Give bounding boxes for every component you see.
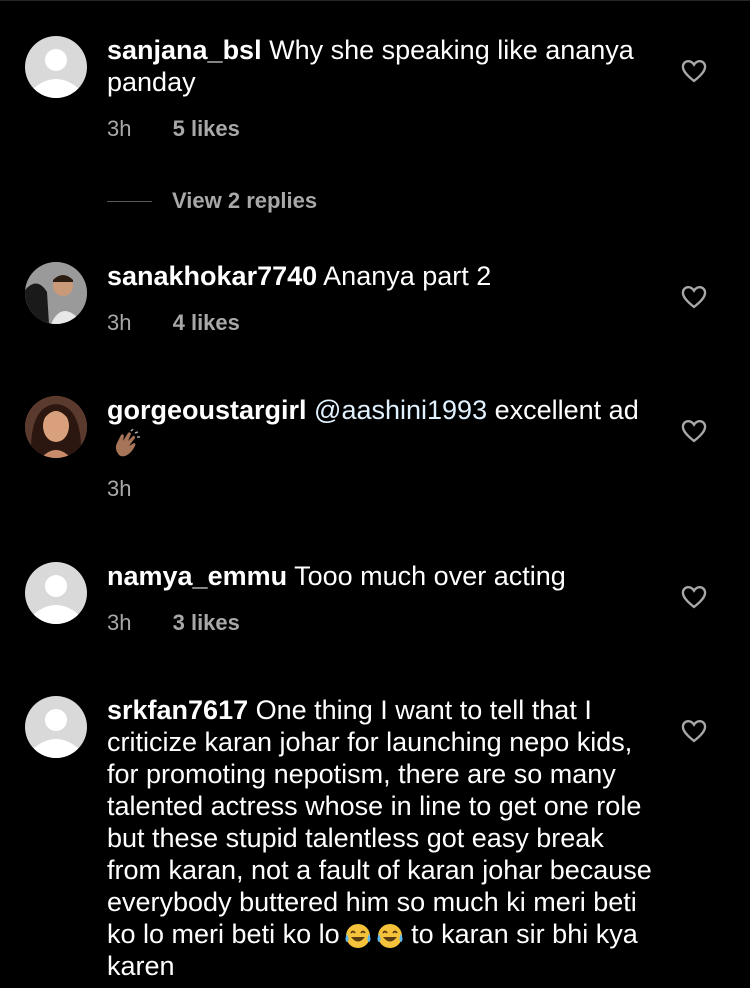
comment-meta: 3h 5 likes <box>107 116 240 142</box>
view-replies-button[interactable]: View 2 replies <box>107 185 317 217</box>
comment-body: excellent ad <box>494 395 639 425</box>
comment-meta: 3h <box>107 476 131 502</box>
comment-text: gorgeoustargirl @aashini1993 excellent a… <box>107 394 647 459</box>
clapping-hands-emoji-icon <box>115 428 140 457</box>
comment-body: Tooo much over acting <box>294 561 566 591</box>
username[interactable]: namya_emmu <box>107 561 287 591</box>
mention-link[interactable]: @aashini1993 <box>314 395 487 425</box>
comment-text: sanjana_bsl Why she speaking like ananya… <box>107 34 647 98</box>
username[interactable]: sanjana_bsl <box>107 35 262 65</box>
avatar[interactable] <box>25 396 87 458</box>
default-avatar-icon <box>34 49 78 98</box>
user-photo-icon <box>25 262 87 324</box>
comment-text: srkfan7617 One thing I want to tell that… <box>107 694 657 982</box>
replies-divider <box>107 200 152 202</box>
comment-meta: 3h 3 likes <box>107 610 240 636</box>
timestamp: 3h <box>107 310 132 335</box>
avatar[interactable] <box>25 696 87 758</box>
likes-count[interactable]: 4 likes <box>173 310 240 335</box>
comment-body: One thing I want to tell that I criticiz… <box>107 695 652 949</box>
comment-body: Ananya part 2 <box>323 261 492 291</box>
heart-outline-icon[interactable] <box>680 717 708 745</box>
default-avatar-icon <box>34 709 78 758</box>
username[interactable]: gorgeoustargirl <box>107 395 307 425</box>
avatar[interactable] <box>25 36 87 98</box>
avatar[interactable] <box>25 262 87 324</box>
heart-outline-icon[interactable] <box>680 417 708 445</box>
tears-of-joy-emoji-icon <box>345 923 371 948</box>
comment-text: namya_emmu Tooo much over acting <box>107 560 647 592</box>
timestamp: 3h <box>107 116 132 141</box>
avatar[interactable] <box>25 562 87 624</box>
timestamp: 3h <box>107 610 132 635</box>
tears-of-joy-emoji-icon <box>377 923 403 948</box>
user-photo-icon <box>25 396 87 458</box>
timestamp: 3h <box>107 476 132 501</box>
view-replies-label: View 2 replies <box>172 188 318 213</box>
comment-text: sanakhokar7740 Ananya part 2 <box>107 260 647 292</box>
comment-meta: 3h 4 likes <box>107 310 240 336</box>
username[interactable]: srkfan7617 <box>107 695 248 725</box>
username[interactable]: sanakhokar7740 <box>107 261 317 291</box>
likes-count[interactable]: 5 likes <box>173 116 240 141</box>
heart-outline-icon[interactable] <box>680 583 708 611</box>
heart-outline-icon[interactable] <box>680 57 708 85</box>
heart-outline-icon[interactable] <box>680 283 708 311</box>
likes-count[interactable]: 3 likes <box>173 610 240 635</box>
top-divider <box>0 0 750 1</box>
default-avatar-icon <box>34 575 78 624</box>
